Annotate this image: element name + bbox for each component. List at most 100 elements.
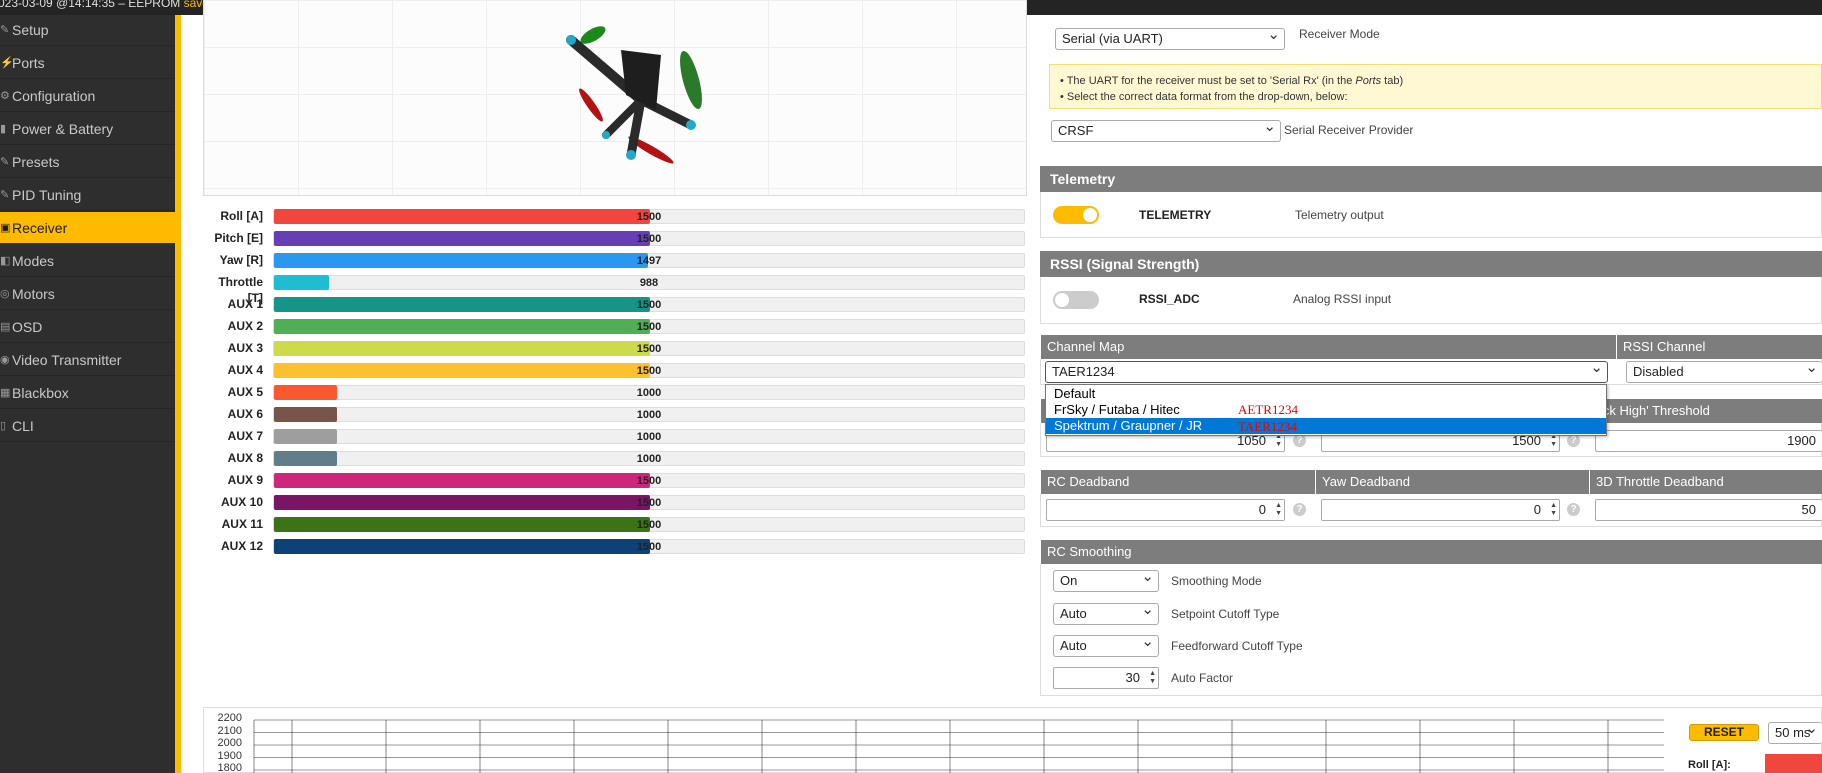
channel-row: AUX 2 1500	[203, 318, 1027, 334]
cli-icon: ▯	[0, 420, 7, 432]
channel-row: Roll [A] 1500	[203, 208, 1027, 224]
sidebar-item-label: Video Transmitter	[12, 352, 122, 368]
channel-row: AUX 3 1500	[203, 340, 1027, 356]
auto-factor-label: Auto Factor	[1171, 671, 1234, 685]
channel-row: Throttle [T] 988	[203, 274, 1027, 305]
osd-icon: ▤	[0, 321, 11, 333]
rssi-adc-toggle[interactable]	[1053, 291, 1099, 309]
plug-icon: ⚡	[0, 57, 14, 69]
note-line-2: • Select the correct data format from th…	[1060, 91, 1348, 103]
channel-label: Pitch [E]	[214, 231, 263, 245]
channel-label: AUX 10	[220, 495, 263, 509]
graph-y-tick: 1900	[217, 749, 242, 762]
channel-value: 1000	[636, 409, 662, 421]
sidebar-item-label: Modes	[12, 253, 55, 269]
auto-factor-input[interactable]: 30 ▲ ▼	[1053, 667, 1159, 689]
sidebar-item-configuration[interactable]: ⚙ Configuration	[0, 80, 175, 112]
channel-row: Yaw [R] 1497	[203, 252, 1027, 268]
sidebar-item-osd[interactable]: ▤ OSD	[0, 311, 175, 343]
stick-high-input[interactable]: 1900	[1595, 430, 1822, 452]
channel-value: 1497	[636, 255, 662, 267]
channel-bar: 1000	[273, 451, 1025, 466]
channel-row: AUX 7 1000	[203, 428, 1027, 444]
blackbox-icon: ▦	[0, 387, 11, 399]
receiver-mode-select[interactable]: Serial (via UART)	[1055, 25, 1285, 50]
yaw-deadband-input[interactable]: 0 ▲ ▼	[1321, 499, 1560, 521]
graph-y-tick: 2200	[217, 712, 242, 724]
channel-map-header: Channel Map	[1041, 335, 1616, 359]
rc-graph-panel	[203, 707, 1822, 773]
stick-high-threshold-label: ick High' Threshold	[1600, 403, 1710, 418]
sidebar-item-blackbox[interactable]: ▦ Blackbox	[0, 377, 175, 409]
spinner-icon: ▲ ▼	[1149, 670, 1156, 685]
sidebar-item-motors[interactable]: ◎ Motors	[0, 278, 175, 310]
channel-value: 1500	[636, 299, 662, 311]
refresh-rate-select[interactable]: 50 ms	[1768, 719, 1822, 744]
throttle-deadband-header: 3D Throttle Deadband	[1590, 470, 1822, 494]
channel-row: AUX 4 1500	[203, 362, 1027, 378]
channel-label: AUX 7	[227, 429, 263, 443]
dropdown-option-default[interactable]: Default	[1046, 386, 1606, 402]
stick-high-value: 1900	[1787, 433, 1816, 448]
sidebar-item-modes[interactable]: ◧ Modes	[0, 245, 175, 277]
channel-label: AUX 4	[227, 363, 263, 377]
sidebar-item-ports[interactable]: ⚡ Ports	[0, 47, 175, 79]
channel-value: 1500	[636, 321, 662, 333]
dropdown-option-frsky[interactable]: FrSky / Futaba / Hitec	[1046, 402, 1606, 418]
channel-bar: 988	[273, 275, 1025, 290]
sidebar-item-cli[interactable]: ▯ CLI	[0, 410, 175, 442]
sidebar-item-power-battery[interactable]: ▮ Power & Battery	[0, 113, 175, 145]
throttle-deadband-input[interactable]: 50	[1595, 499, 1822, 521]
channel-value: 1500	[636, 541, 662, 553]
channel-label: AUX 9	[227, 473, 263, 487]
setpoint-cutoff-label: Setpoint Cutoff Type	[1171, 607, 1280, 621]
channel-value: 1500	[636, 519, 662, 531]
serial-provider-select[interactable]: CRSF	[1051, 117, 1281, 142]
sidebar-item-label: Setup	[12, 22, 49, 38]
vtx-icon: ◉	[0, 354, 10, 366]
telemetry-toggle[interactable]	[1053, 206, 1099, 224]
rssi-header: RSSI (Signal Strength)	[1040, 251, 1822, 277]
sidebar-item-label: Ports	[12, 55, 45, 71]
graph-legend-roll-swatch	[1765, 754, 1822, 773]
sidebar-item-label: Receiver	[12, 220, 68, 236]
sidebar-item-presets[interactable]: ✎ Presets	[0, 146, 175, 178]
telemetry-desc: Telemetry output	[1295, 208, 1384, 222]
yaw-deadband-header: Yaw Deadband	[1316, 470, 1589, 494]
sidebar-item-label: CLI	[12, 418, 34, 434]
status-timestamp: 023-03-09 @14:14:35 – EEPROM saved	[0, 0, 216, 9]
channel-bar: 1500	[273, 297, 1025, 312]
graph-legend-roll: Roll [A]:	[1688, 759, 1731, 771]
rc-deadband-input[interactable]: 0 ▲ ▼	[1046, 499, 1285, 521]
rc-deadband-header: RC Deadband	[1041, 470, 1315, 494]
reset-button[interactable]: RESET	[1689, 724, 1759, 741]
feedforward-cutoff-select[interactable]: Auto	[1053, 632, 1159, 657]
help-icon[interactable]: ?	[1567, 503, 1580, 516]
sidebar-accent	[175, 15, 181, 773]
rssi-channel-select[interactable]: Disabled	[1626, 358, 1822, 383]
rc-deadband-value: 0	[1258, 502, 1266, 517]
channel-bar: 1500	[273, 363, 1025, 378]
toggle-knob	[1055, 293, 1069, 307]
sidebar-item-pid-tuning[interactable]: ✎ PID Tuning	[0, 179, 175, 211]
channel-label: Roll [A]	[220, 209, 263, 223]
channel-label: AUX 5	[227, 385, 263, 399]
help-icon[interactable]: ?	[1293, 503, 1306, 516]
graph-y-tick: 2000	[217, 737, 242, 749]
wrench-icon: ✎	[0, 189, 10, 201]
setpoint-cutoff-select[interactable]: Auto	[1053, 600, 1159, 625]
receiver-note: • The UART for the receiver must be set …	[1049, 64, 1822, 109]
sidebar-item-setup[interactable]: ✎ Setup	[0, 14, 175, 46]
smoothing-mode-select[interactable]: On	[1053, 567, 1159, 592]
rssi-channel-header: RSSI Channel	[1617, 335, 1822, 359]
channel-map-select[interactable]: TAER1234	[1045, 358, 1608, 383]
sidebar-item-label: Blackbox	[12, 385, 69, 401]
sidebar-item-receiver[interactable]: ▣ Receiver	[0, 212, 175, 244]
sidebar-item-video-transmitter[interactable]: ◉ Video Transmitter	[0, 344, 175, 376]
rssi-adc-desc: Analog RSSI input	[1293, 292, 1392, 306]
sidebar-item-label: Presets	[12, 154, 60, 170]
receiver-mode-label: Receiver Mode	[1299, 27, 1380, 41]
spinner-icon: ▲ ▼	[1550, 502, 1557, 517]
rc-smoothing-header: RC Smoothing	[1041, 540, 1822, 564]
dropdown-option-spektrum[interactable]: Spektrum / Graupner / JR	[1046, 418, 1606, 434]
